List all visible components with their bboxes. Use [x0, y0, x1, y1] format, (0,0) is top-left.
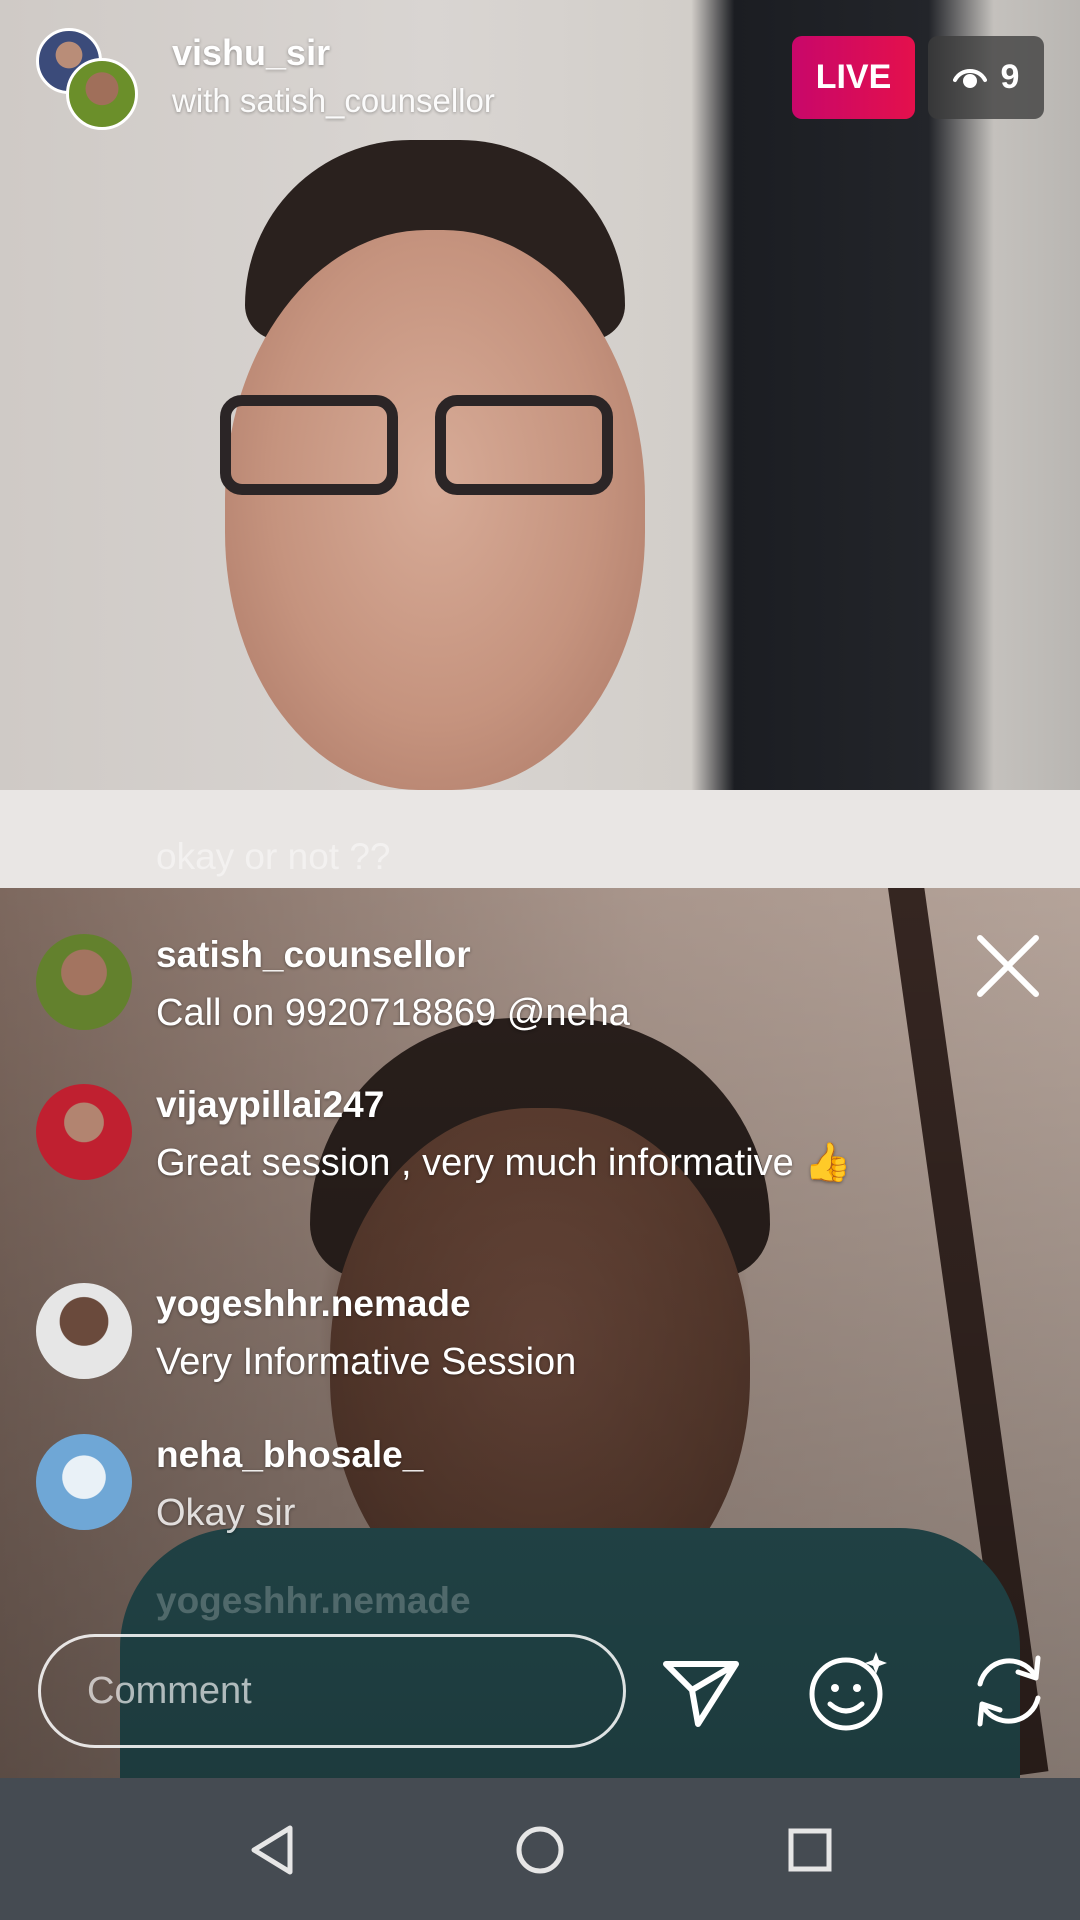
comment-text: Great session , very much informative 👍 [156, 1142, 852, 1184]
host-face [225, 230, 645, 790]
fading-comment: okay or not ?? [156, 836, 391, 877]
comment-avatar[interactable] [36, 1434, 132, 1530]
host-glasses [220, 395, 650, 505]
send-icon[interactable] [660, 1650, 742, 1732]
home-icon[interactable] [500, 1810, 580, 1890]
flip-camera-icon[interactable] [968, 1650, 1050, 1732]
viewer-count-button[interactable]: 9 [928, 36, 1044, 119]
comment-username[interactable]: yogeshhr.nemade [156, 1283, 471, 1325]
system-nav-bar [0, 1778, 1080, 1920]
guest-avatar[interactable] [66, 58, 138, 130]
comment-input[interactable] [38, 1634, 626, 1748]
comment-avatar[interactable] [36, 1084, 132, 1180]
comment-avatar[interactable] [36, 1283, 132, 1379]
host-username[interactable]: vishu_sir [172, 32, 330, 74]
close-icon[interactable] [972, 930, 1044, 1002]
comment-text: Very Informative Session [156, 1341, 577, 1383]
live-label: LIVE [815, 58, 892, 96]
comment-username[interactable]: vijaypillai247 [156, 1084, 384, 1126]
comment-username[interactable]: neha_bhosale_ [156, 1434, 423, 1476]
eye-icon [952, 68, 987, 88]
live-badge: LIVE [792, 36, 915, 119]
comment-text: Call on 9920718869 @neha [156, 992, 630, 1034]
recents-icon[interactable] [770, 1810, 850, 1890]
face-effects-icon[interactable] [808, 1650, 890, 1732]
comment-avatar[interactable] [36, 934, 132, 1030]
fading-comment-username: yogeshhr.nemade [156, 1580, 471, 1621]
guest-line[interactable]: with satish_counsellor [172, 82, 495, 120]
comment-username[interactable]: satish_counsellor [156, 934, 471, 976]
host-video [0, 0, 1080, 888]
comment-text: Okay sir [156, 1492, 296, 1534]
back-icon[interactable] [232, 1810, 312, 1890]
viewer-count: 9 [1000, 58, 1020, 96]
